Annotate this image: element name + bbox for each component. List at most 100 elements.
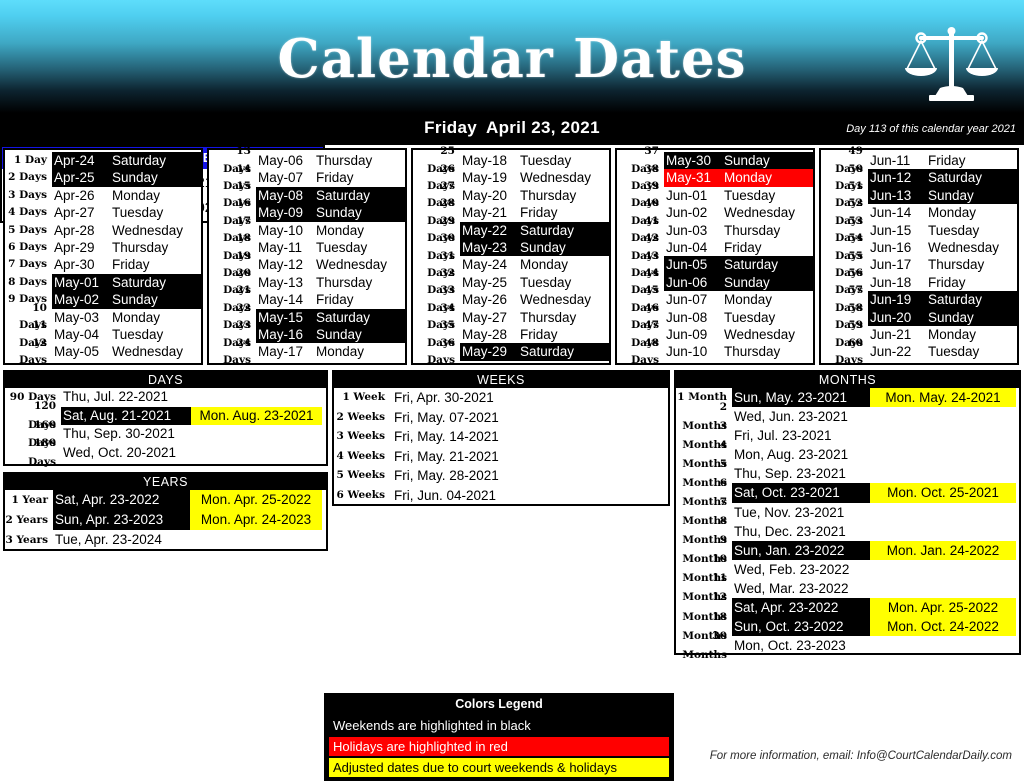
- day-date-cell: May-03 Monday: [52, 309, 201, 326]
- day-date: May-05: [54, 344, 100, 360]
- day-date: Jun-11: [870, 153, 911, 168]
- day-date: Jun-01: [666, 187, 708, 203]
- legend-row: Weekends are highlighted in black: [329, 716, 669, 735]
- day-date-cell: May-24 Monday: [460, 256, 609, 273]
- day-date-cell: May-01 Saturday: [52, 273, 201, 292]
- adjusted-date: Mon. Apr. 24-2023: [190, 510, 322, 530]
- adjusted-date: [870, 445, 1016, 464]
- day-date: May-15: [258, 309, 304, 325]
- day-date-cell: Apr-27 Tuesday: [52, 204, 201, 221]
- day-date: May-16: [258, 326, 304, 342]
- day-date-cell: May-28 Friday: [460, 326, 609, 343]
- day-date: May-28: [462, 326, 508, 342]
- day-date: Apr-26: [54, 187, 95, 203]
- interval-row: 2 Weeks Fri, May. 07-2021: [334, 408, 668, 428]
- day-date-cell: May-22 Saturday: [460, 221, 609, 239]
- day-date-cell: May-07 Friday: [256, 169, 405, 186]
- interval-label: 2 Years: [5, 514, 48, 526]
- day-date-cell: May-11 Tuesday: [256, 239, 405, 256]
- interval-label: 4 Weeks: [336, 449, 385, 462]
- day-weekday: Wednesday: [928, 239, 1000, 255]
- day-date: Jun-17: [870, 257, 912, 273]
- day-date: Apr-27: [54, 205, 95, 221]
- day-date-cell: Jun-10 Thursday: [664, 343, 813, 360]
- day-date-cell: May-10 Monday: [256, 222, 405, 239]
- day-date-cell: Jun-07 Monday: [664, 291, 813, 308]
- day-weekday: Tuesday: [112, 326, 164, 342]
- adjusted-date: [191, 444, 322, 463]
- day-countdown-grid: 1 Day Apr-24 Saturday 2 Days Apr-25 Sunday 3 D…: [3, 145, 1021, 366]
- day-date: Jun-20: [870, 309, 912, 325]
- interval-date: Fri, May. 28-2021: [394, 468, 499, 483]
- interval-label: 3 Years: [5, 534, 48, 546]
- interval-label: 30 Months: [682, 629, 727, 661]
- day-weekday: Thursday: [112, 239, 169, 255]
- interval-row: 180 Days Wed, Oct. 20-2021: [5, 437, 326, 468]
- adjusted-date: [191, 425, 322, 444]
- day-date-cell: May-26 Wednesday: [460, 291, 609, 308]
- day-date-cell: May-02 Sunday: [52, 291, 201, 309]
- day-row: 6 Days Apr-29 Thursday: [5, 239, 201, 256]
- day-column: 13 Days May-06 Thursday 14 Days May-07 Friday…: [207, 145, 407, 366]
- interval-date: Mon, Oct. 23-2023: [734, 638, 846, 654]
- day-row: 2 Days Apr-25 Sunday: [5, 169, 201, 187]
- weeks-rows: 1 Week Fri, Apr. 30-2021 2 Weeks Fri, May. …: [334, 388, 668, 505]
- day-date: May-25: [462, 274, 508, 290]
- day-count-label: 3 Days: [8, 188, 47, 201]
- day-date-cell: Apr-29 Thursday: [52, 239, 201, 256]
- day-weekday: Monday: [112, 309, 161, 325]
- day-date: Jun-03: [666, 222, 708, 238]
- day-weekday: Thursday: [724, 344, 781, 360]
- years-panel: YEARS 1 Year Sat, Apr. 23-2022 Mon. Apr. 2…: [3, 472, 328, 551]
- day-count-label: 48 Days: [631, 336, 659, 366]
- adjusted-date: [870, 636, 1016, 655]
- day-row: 60 Days Jun-22 Tuesday: [821, 337, 1017, 366]
- day-date: Jun-13: [870, 187, 912, 203]
- day-weekday: Monday: [316, 344, 365, 360]
- day-weekday: Sunday: [112, 292, 158, 308]
- day-count-label: 1 Day: [14, 154, 47, 166]
- day-date-cell: Jun-20 Sunday: [868, 308, 1017, 326]
- day-date-cell: May-13 Thursday: [256, 274, 405, 291]
- day-date: May-27: [462, 309, 508, 325]
- day-date: Jun-16: [870, 239, 912, 255]
- day-row: 48 Days Jun-10 Thursday: [617, 337, 813, 366]
- day-count-label: 7 Days: [8, 258, 47, 271]
- day-weekday: Monday: [112, 187, 161, 203]
- day-date-cell: Jun-19 Saturday: [868, 291, 1017, 309]
- day-date-cell: May-30 Sunday: [664, 152, 813, 170]
- interval-row: 3 Weeks Fri, May. 14-2021: [334, 427, 668, 447]
- adjusted-date: [190, 530, 322, 550]
- day-date-cell: Jun-01 Tuesday: [664, 187, 813, 204]
- day-date-cell: Jun-12 Saturday: [868, 169, 1017, 187]
- weeks-panel: WEEKS 1 Week Fri, Apr. 30-2021 2 Weeks Fri,…: [332, 370, 670, 506]
- day-date: May-20: [462, 187, 508, 203]
- day-date: Jun-22: [870, 344, 912, 360]
- day-weekday: Friday: [520, 205, 558, 221]
- days-rows: 90 Days Thu, Jul. 22-2021 120 Days Sat, Aug…: [5, 388, 326, 468]
- interval-date: Sat, Oct. 23-2021: [732, 483, 870, 503]
- day-date: May-24: [462, 257, 508, 273]
- day-date-cell: May-18 Tuesday: [460, 152, 609, 169]
- day-weekday: Monday: [928, 326, 977, 342]
- day-date-cell: Apr-28 Wednesday: [52, 222, 201, 239]
- interval-date: Sun, May. 23-2021: [732, 388, 870, 408]
- day-date: May-03: [54, 309, 100, 325]
- day-weekday: Saturday: [112, 274, 167, 290]
- day-date: May-12: [258, 257, 304, 273]
- days-panel: DAYS 90 Days Thu, Jul. 22-2021 120 Days Sat…: [3, 370, 328, 468]
- interval-label: 180 Days: [28, 437, 56, 468]
- weeks-panel-title: WEEKS: [334, 372, 668, 388]
- interval-date: Fri, May. 07-2021: [394, 409, 499, 425]
- day-date: May-18: [462, 153, 508, 168]
- day-weekday: Friday: [316, 170, 354, 186]
- current-date-text: April 23, 2021: [486, 118, 600, 137]
- day-column: 1 Day Apr-24 Saturday 2 Days Apr-25 Sunday 3 D…: [3, 148, 203, 366]
- day-weekday: Tuesday: [520, 153, 572, 168]
- day-weekday: Saturday: [316, 309, 371, 325]
- day-weekday: Wednesday: [724, 205, 796, 221]
- day-date-cell: May-12 Wednesday: [256, 256, 405, 273]
- day-date-cell: Apr-30 Friday: [52, 256, 201, 273]
- day-of-year-note: Day 113 of this calendar year 2021: [846, 123, 1016, 135]
- day-date: Apr-25: [54, 170, 95, 186]
